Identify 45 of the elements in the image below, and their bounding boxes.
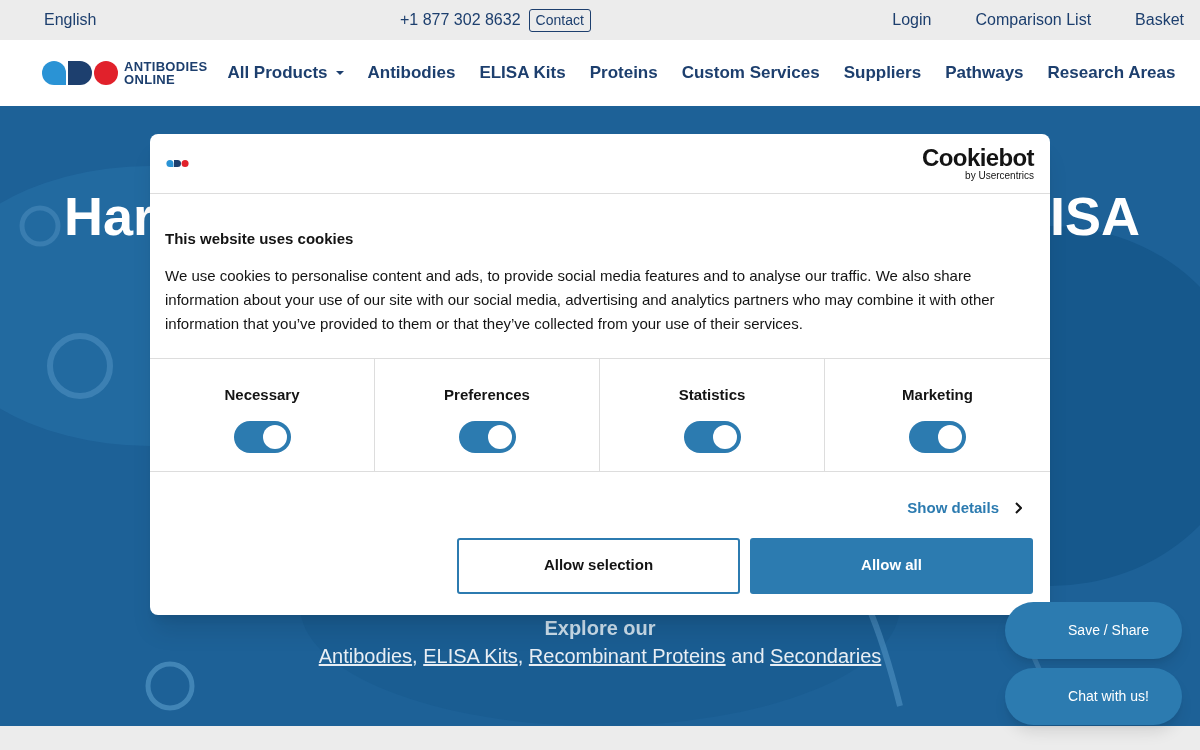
nav-link[interactable]: Suppliers — [843, 60, 922, 86]
dialog-text: We use cookies to personalise content and ads, to provide social media features and to analyse our traffic. We also share information about your use of our site with our social media, advertising and analytics partners who may combine it with other information that you’ve provided to them or that they’ve collected from your use of their services. — [165, 265, 996, 334]
nav-link[interactable]: Pathways — [945, 60, 1024, 86]
cookiebot-logo: Cookiebot by Usercentrics — [922, 146, 1034, 181]
toggle-switch[interactable] — [909, 420, 966, 453]
product-link[interactable]: Recombinant Proteins — [528, 645, 726, 667]
show-details-link[interactable]: Show details — [907, 497, 1022, 520]
category-label: Necessary — [224, 385, 300, 405]
category-label: Marketing — [902, 385, 973, 405]
toggle-switch[interactable] — [683, 420, 741, 453]
language-link[interactable]: English — [44, 8, 400, 32]
header-link[interactable]: Login — [892, 8, 932, 32]
header-link[interactable]: Basket — [1135, 8, 1184, 32]
toggle-switch[interactable] — [233, 420, 291, 453]
separator-text: and — [730, 645, 766, 667]
contact-button[interactable]: Contact — [528, 8, 591, 32]
nav-link[interactable]: ELISA Kits — [479, 60, 566, 86]
nav-link[interactable]: Antibodies — [367, 60, 456, 86]
hero-heading: Har — [64, 185, 155, 248]
dialog-title: This website uses cookies — [165, 229, 355, 249]
category-label: Statistics — [678, 385, 746, 405]
logo-text: ANTIBODIES ONLINE — [124, 60, 208, 86]
separator-text: , — [517, 645, 525, 667]
nav-link[interactable]: Custom Services — [681, 60, 820, 86]
floating-button[interactable]: Chat with us! — [1005, 668, 1182, 725]
product-link[interactable]: ELISA Kits — [423, 645, 518, 667]
toggle-switch[interactable] — [458, 420, 516, 453]
explore-heading: Explore our — [544, 617, 656, 639]
nav-link[interactable]: Proteins — [589, 60, 658, 86]
header-link[interactable]: Comparison List — [975, 8, 1092, 32]
hero-heading: ISA — [1050, 185, 1141, 248]
logo-icon — [166, 160, 189, 167]
nav-link[interactable]: All Products — [227, 60, 344, 86]
chevron-right-icon — [1015, 502, 1022, 515]
caret-icon — [335, 71, 344, 75]
allow-selection-button[interactable]: Allow selection — [457, 537, 740, 594]
separator-text: , — [412, 645, 419, 667]
phone-number: +1 877 302 8632 — [400, 10, 521, 30]
nav-link[interactable]: Research Areas — [1047, 60, 1176, 86]
allow-all-button[interactable]: Allow all — [750, 537, 1033, 594]
category-label: Preferences — [444, 385, 530, 405]
product-link[interactable]: Antibodies — [318, 645, 413, 667]
floating-button[interactable]: Save / Share — [1005, 602, 1182, 659]
logo-icon — [42, 61, 118, 85]
product-link[interactable]: Secondaries — [770, 645, 882, 667]
